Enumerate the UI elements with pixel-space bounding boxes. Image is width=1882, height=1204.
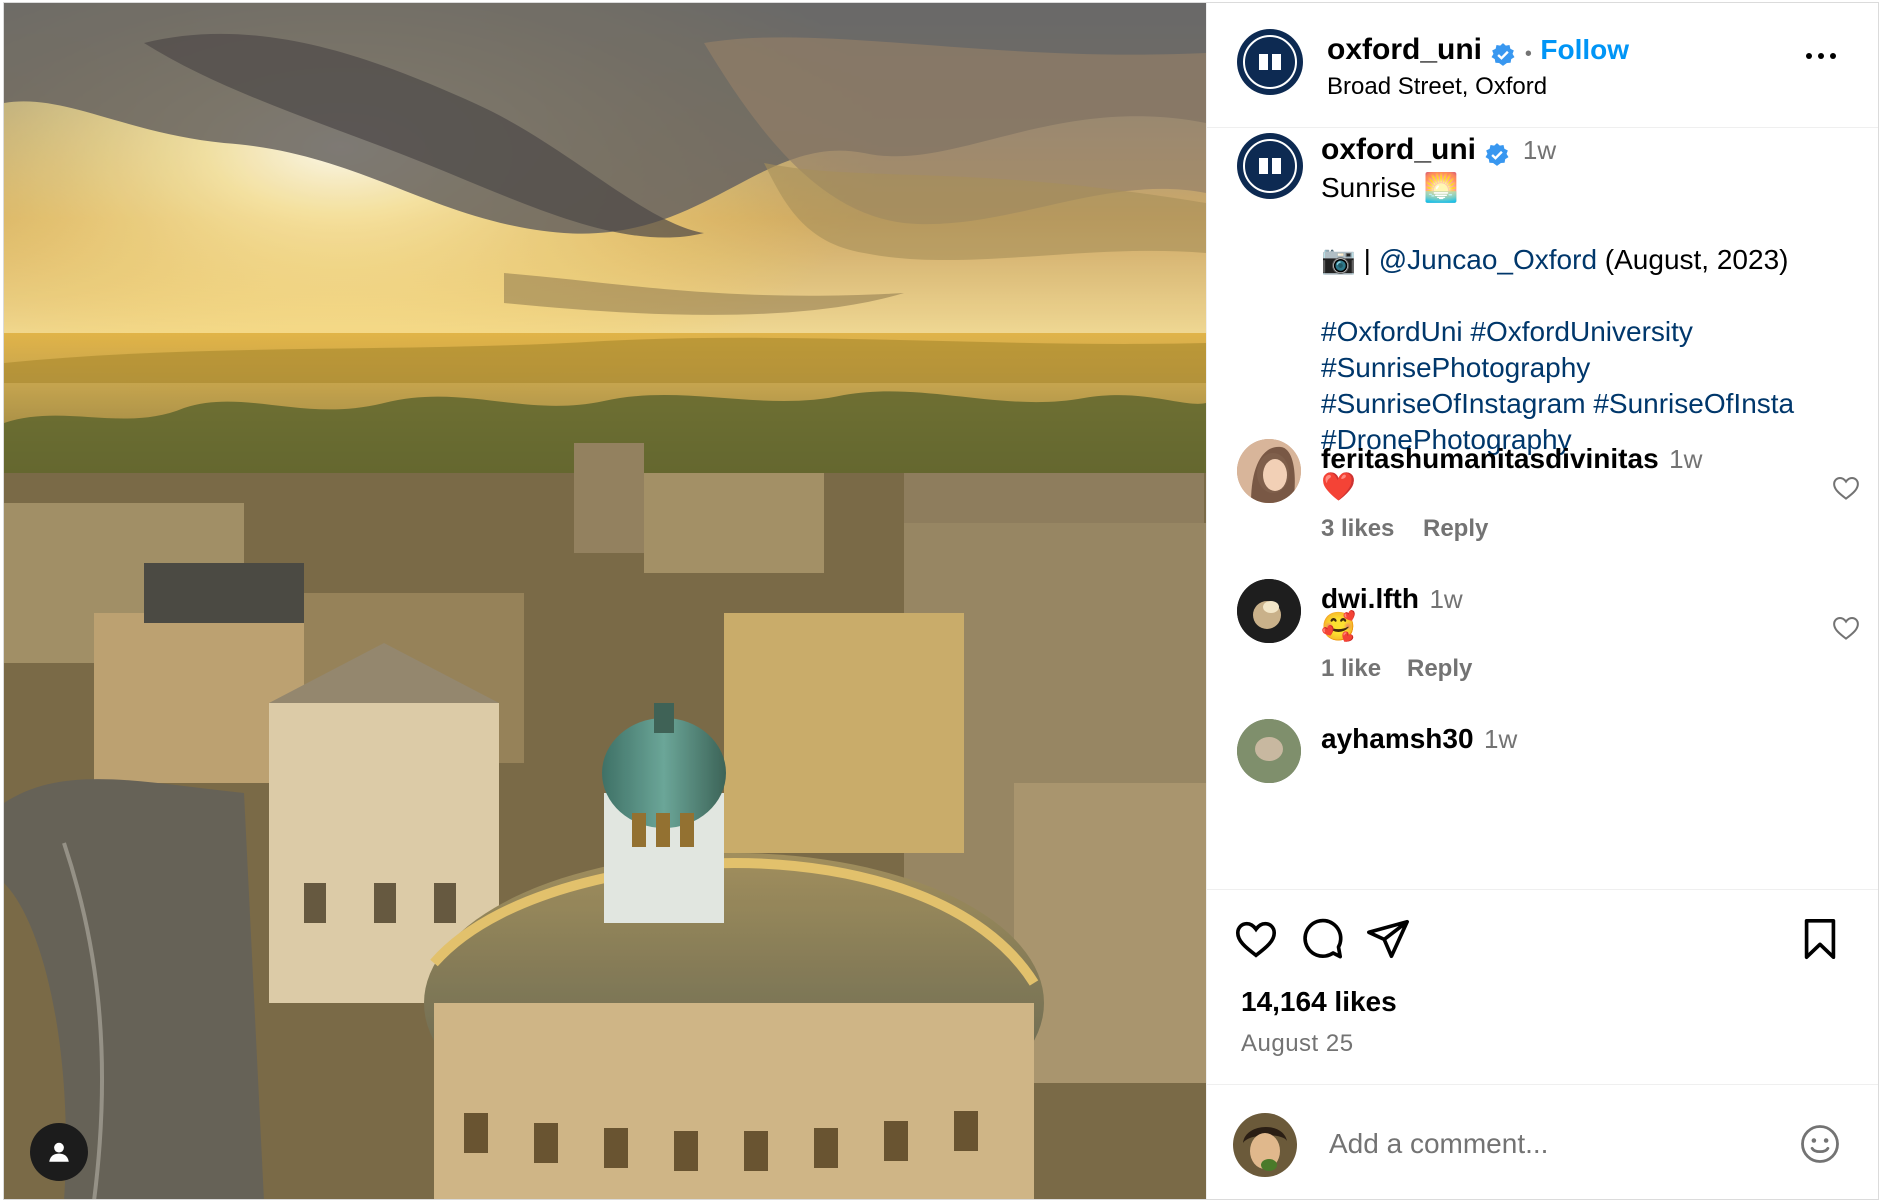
heart-outline-icon[interactable]: [1831, 473, 1861, 503]
caption-credit: 📷 | @Juncao_Oxford (August, 2023): [1321, 242, 1861, 278]
commenter-avatar[interactable]: [1237, 579, 1301, 643]
post-date[interactable]: August 25: [1241, 1030, 1354, 1058]
person-icon: [49, 1142, 69, 1162]
emoji-icon[interactable]: [1799, 1123, 1841, 1165]
like-heart-icon[interactable]: [1233, 916, 1279, 962]
commenter-avatar[interactable]: [1237, 719, 1301, 783]
comment-username[interactable]: feritashumanitasdivinitas: [1321, 443, 1659, 474]
comment-time[interactable]: 1w: [1669, 444, 1702, 474]
post-modal: oxford_uni • Follow Broad Street, Oxford…: [3, 2, 1879, 1200]
comments-area[interactable]: oxford_uni 1w Sunrise 🌅 📷 | @Juncao_Oxfo…: [1207, 129, 1878, 889]
reply-button[interactable]: Reply: [1423, 515, 1488, 543]
caption-credit-suffix: (August, 2023): [1597, 243, 1789, 275]
caption: oxford_uni 1w Sunrise 🌅 📷 | @Juncao_Oxfo…: [1321, 133, 1861, 458]
reply-button[interactable]: Reply: [1407, 655, 1472, 683]
header-separator: •: [1524, 43, 1532, 66]
comment: ayhamsh30 1w: [1321, 723, 1517, 755]
caption-line-1: Sunrise 🌅: [1321, 171, 1459, 203]
comment-likes[interactable]: 3 likes: [1321, 515, 1394, 543]
comment: feritashumanitasdivinitas 1w: [1321, 443, 1702, 475]
comment-bubble-icon[interactable]: [1299, 916, 1345, 962]
add-comment-bar: [1207, 1084, 1878, 1199]
post-photo[interactable]: [4, 3, 1206, 1199]
hashtag-line[interactable]: #SunriseOfInstagram #SunriseOfInsta: [1321, 386, 1861, 422]
book-crest-icon: [1259, 53, 1281, 71]
mention-link[interactable]: @Juncao_Oxford: [1379, 244, 1597, 275]
commenter-photo: [1237, 579, 1301, 643]
post-actions: 14,164 likes August 25: [1207, 889, 1878, 1199]
caption-time[interactable]: 1w: [1523, 135, 1556, 165]
comment-text: 🥰: [1321, 611, 1356, 642]
commenter-photo: [1237, 719, 1301, 783]
caption-username[interactable]: oxford_uni: [1321, 133, 1476, 166]
share-paper-plane-icon[interactable]: [1365, 916, 1411, 962]
verified-badge-icon: [1491, 42, 1515, 66]
comment-username[interactable]: ayhamsh30: [1321, 723, 1474, 754]
current-user-photo: [1233, 1113, 1297, 1177]
tagged-user-button[interactable]: [30, 1123, 88, 1181]
verified-badge-icon: [1485, 142, 1509, 166]
post-location[interactable]: Broad Street, Oxford: [1327, 73, 1547, 101]
heart-outline-icon[interactable]: [1831, 613, 1861, 643]
comment-text: ❤️: [1321, 471, 1356, 502]
comment-likes[interactable]: 1 like: [1321, 655, 1381, 683]
commenter-photo: [1237, 439, 1301, 503]
post-side-panel: oxford_uni • Follow Broad Street, Oxford…: [1206, 3, 1878, 1199]
comment-time[interactable]: 1w: [1429, 584, 1462, 614]
likes-count[interactable]: 14,164 likes: [1241, 986, 1397, 1018]
commenter-avatar[interactable]: [1237, 439, 1301, 503]
book-crest-icon: [1259, 157, 1281, 175]
current-user-avatar: [1233, 1113, 1297, 1177]
comment-time[interactable]: 1w: [1484, 724, 1517, 754]
caption-avatar[interactable]: [1237, 133, 1303, 199]
hashtag-line[interactable]: #SunrisePhotography: [1321, 350, 1861, 386]
save-bookmark-icon[interactable]: [1797, 916, 1843, 962]
hashtags: #OxfordUni #OxfordUniversity #SunrisePho…: [1321, 314, 1861, 458]
follow-button[interactable]: Follow: [1540, 34, 1629, 65]
hashtag-line[interactable]: #OxfordUni #OxfordUniversity: [1321, 314, 1861, 350]
more-options-icon[interactable]: [1806, 53, 1836, 59]
oxford-logo-avatar[interactable]: [1237, 29, 1303, 95]
add-comment-input[interactable]: [1327, 1121, 1751, 1167]
caption-credit-prefix: 📷 |: [1321, 243, 1379, 275]
post-header: oxford_uni • Follow Broad Street, Oxford: [1207, 3, 1878, 128]
header-username[interactable]: oxford_uni: [1327, 33, 1482, 66]
oxford-sunrise-image: [4, 3, 1206, 1199]
